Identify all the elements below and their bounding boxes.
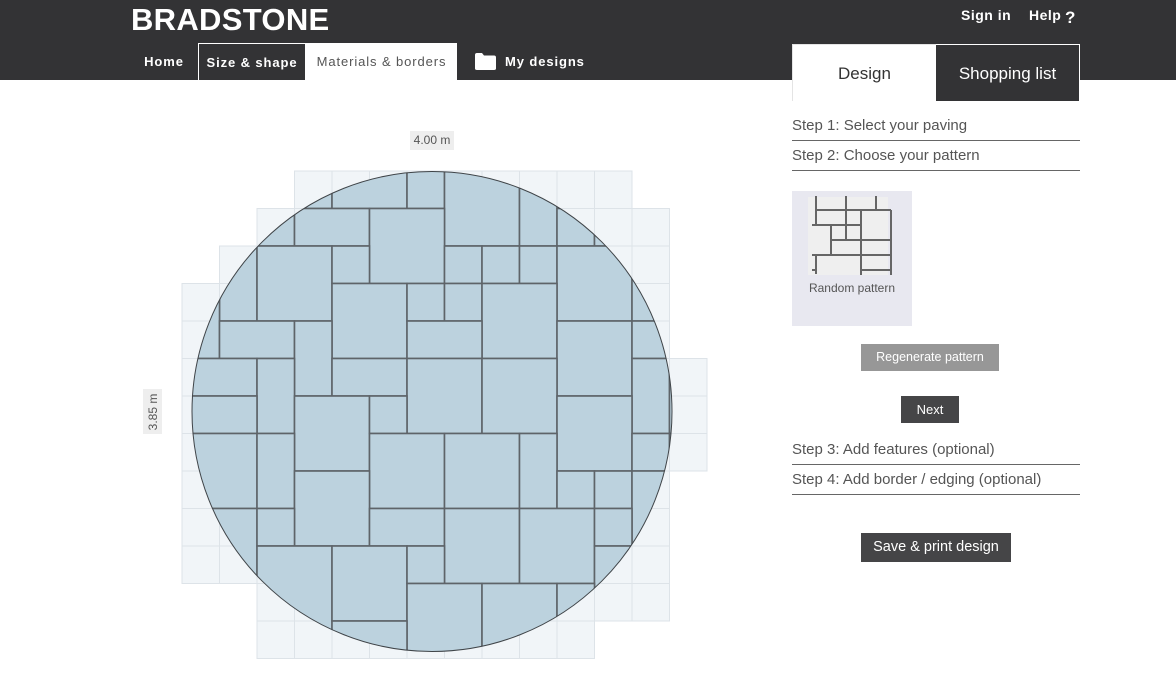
paving-slab <box>406 282 446 322</box>
grid-cell <box>556 170 595 209</box>
paving-slab <box>293 207 371 247</box>
question-icon[interactable]: ? <box>1065 8 1075 28</box>
design-canvas[interactable] <box>0 0 760 695</box>
paving-slab <box>406 320 483 360</box>
paving-slab <box>481 282 558 360</box>
paving-slab <box>556 395 633 472</box>
grid-cell <box>669 395 708 434</box>
width-dimension-label: 4.00 m <box>410 131 454 150</box>
tab-design[interactable]: Design <box>792 44 936 101</box>
paving-slab <box>406 545 446 585</box>
paving-slab <box>293 470 371 547</box>
paving-slab <box>368 507 446 547</box>
paving-slab <box>406 357 483 435</box>
paving-slab <box>443 432 521 510</box>
paving-slab <box>593 470 633 510</box>
grid-cell <box>556 620 595 659</box>
sign-in-link[interactable]: Sign in <box>961 7 1011 23</box>
paving-slab <box>443 282 483 322</box>
height-dimension-text: 3.85 m <box>145 393 160 430</box>
grid-cell <box>631 583 670 622</box>
height-dimension-label: 3.85 m <box>143 389 162 434</box>
grid-cell <box>594 583 633 622</box>
grid-cell <box>631 245 670 284</box>
paving-slab <box>406 582 483 652</box>
paving-slab <box>556 320 633 397</box>
paving-slab <box>256 507 296 547</box>
random-pattern-icon <box>808 196 892 275</box>
paving-slab <box>256 245 333 322</box>
paving-slab <box>368 207 446 285</box>
pattern-option-random[interactable]: Random pattern <box>792 191 912 326</box>
save-print-design-button[interactable]: Save & print design <box>861 533 1011 562</box>
next-button[interactable]: Next <box>901 396 959 423</box>
paving-slab <box>481 357 558 435</box>
paving-slab <box>518 245 558 285</box>
grid-cell <box>631 208 670 247</box>
paving-slab <box>218 320 296 360</box>
paving-slab <box>481 245 521 285</box>
step-1-select-paving[interactable]: Step 1: Select your paving <box>792 112 1080 141</box>
paving-slab <box>331 282 408 360</box>
paving-slab <box>256 357 296 435</box>
tab-shopping-list[interactable]: Shopping list <box>936 44 1080 101</box>
paving-slab <box>443 245 483 285</box>
paving-slab <box>368 432 446 510</box>
step-2-choose-pattern[interactable]: Step 2: Choose your pattern <box>792 142 1080 171</box>
grid-cell <box>594 170 633 209</box>
paving-slab <box>631 432 671 472</box>
paving-slab <box>593 507 633 547</box>
paving-slab <box>293 320 333 397</box>
paving-slab <box>256 432 296 510</box>
pattern-option-label: Random pattern <box>808 281 896 295</box>
paving-slab <box>406 171 446 210</box>
step-3-add-features[interactable]: Step 3: Add features (optional) <box>792 436 1080 465</box>
paving-slab <box>556 470 596 510</box>
paving-slab <box>443 507 521 585</box>
help-link[interactable]: Help <box>1029 7 1061 23</box>
step-4-add-border[interactable]: Step 4: Add border / edging (optional) <box>792 466 1080 495</box>
grid-cell <box>256 620 295 659</box>
paving-slab <box>368 395 408 435</box>
paving-slab <box>331 245 371 285</box>
paving-slab <box>293 395 371 472</box>
paving-slab <box>192 395 258 435</box>
paving-slab <box>331 545 408 622</box>
grid-cell <box>631 545 670 584</box>
help-label: Help <box>1029 7 1062 23</box>
panel-tabs: Design Shopping list <box>792 44 1080 101</box>
regenerate-pattern-button[interactable]: Regenerate pattern <box>861 344 999 371</box>
paving-slab <box>518 507 596 585</box>
grid-cell <box>181 508 220 547</box>
paving-slab <box>331 357 408 397</box>
grid-cell <box>181 545 220 584</box>
paving-slab <box>631 357 671 435</box>
grid-cell <box>669 433 708 472</box>
grid-cell <box>669 358 708 397</box>
paving-slab <box>518 432 558 510</box>
